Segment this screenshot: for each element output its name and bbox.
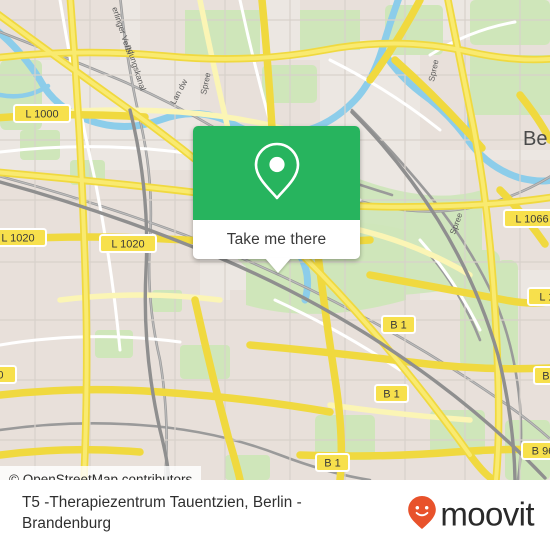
road-shield: L 1020 (527, 287, 550, 306)
location-title: T5 -Therapiezentrum Tauentzien, Berlin -… (22, 494, 302, 532)
svg-text:B 1: B 1 (383, 389, 400, 401)
callout-icon-panel (193, 126, 360, 220)
city-label-berlin: Be (523, 128, 547, 150)
svg-text:B 1: B 1 (324, 458, 341, 470)
road-shield: L 1020 (99, 234, 157, 253)
svg-text:B 96: B 96 (532, 446, 550, 458)
svg-text:B 9: B 9 (542, 371, 550, 383)
callout-action-panel[interactable]: Take me there (193, 220, 360, 259)
svg-text:L 00: L 00 (0, 370, 4, 382)
callout-pointer-tail (265, 258, 291, 273)
moovit-wordmark: moovit (440, 495, 534, 533)
moovit-smiley-pin-icon (407, 495, 437, 536)
footer-bar: T5 -Therapiezentrum Tauentzien, Berlin -… (0, 480, 550, 550)
svg-text:B 1: B 1 (390, 320, 407, 332)
svg-text:L 1020: L 1020 (1, 233, 34, 245)
road-shield: L 1020 (0, 228, 47, 247)
svg-text:L 1020: L 1020 (111, 239, 144, 251)
road-shield: B 1 (374, 384, 409, 403)
take-me-there-label: Take me there (226, 230, 327, 248)
road-shield: L 00 (0, 365, 17, 384)
road-shield: L 1066 (503, 209, 550, 228)
moovit-map-screenshot: Spree Spree Lan dw erlinger Verbi ndungs… (0, 0, 550, 550)
road-shield: B 96 (521, 441, 550, 460)
road-shield: B 1 (381, 315, 416, 334)
moovit-brand-logo[interactable]: moovit (407, 495, 535, 536)
map-pin-icon (250, 140, 304, 207)
road-shield: B 9 (533, 366, 550, 385)
svg-text:L 1020: L 1020 (539, 292, 550, 304)
road-shield: B 1 (315, 453, 350, 472)
map-callout-card[interactable]: Take me there (193, 126, 360, 273)
svg-text:L 1066: L 1066 (515, 214, 548, 226)
svg-text:L 1000: L 1000 (25, 109, 58, 121)
road-shield: L 1000 (13, 104, 71, 123)
